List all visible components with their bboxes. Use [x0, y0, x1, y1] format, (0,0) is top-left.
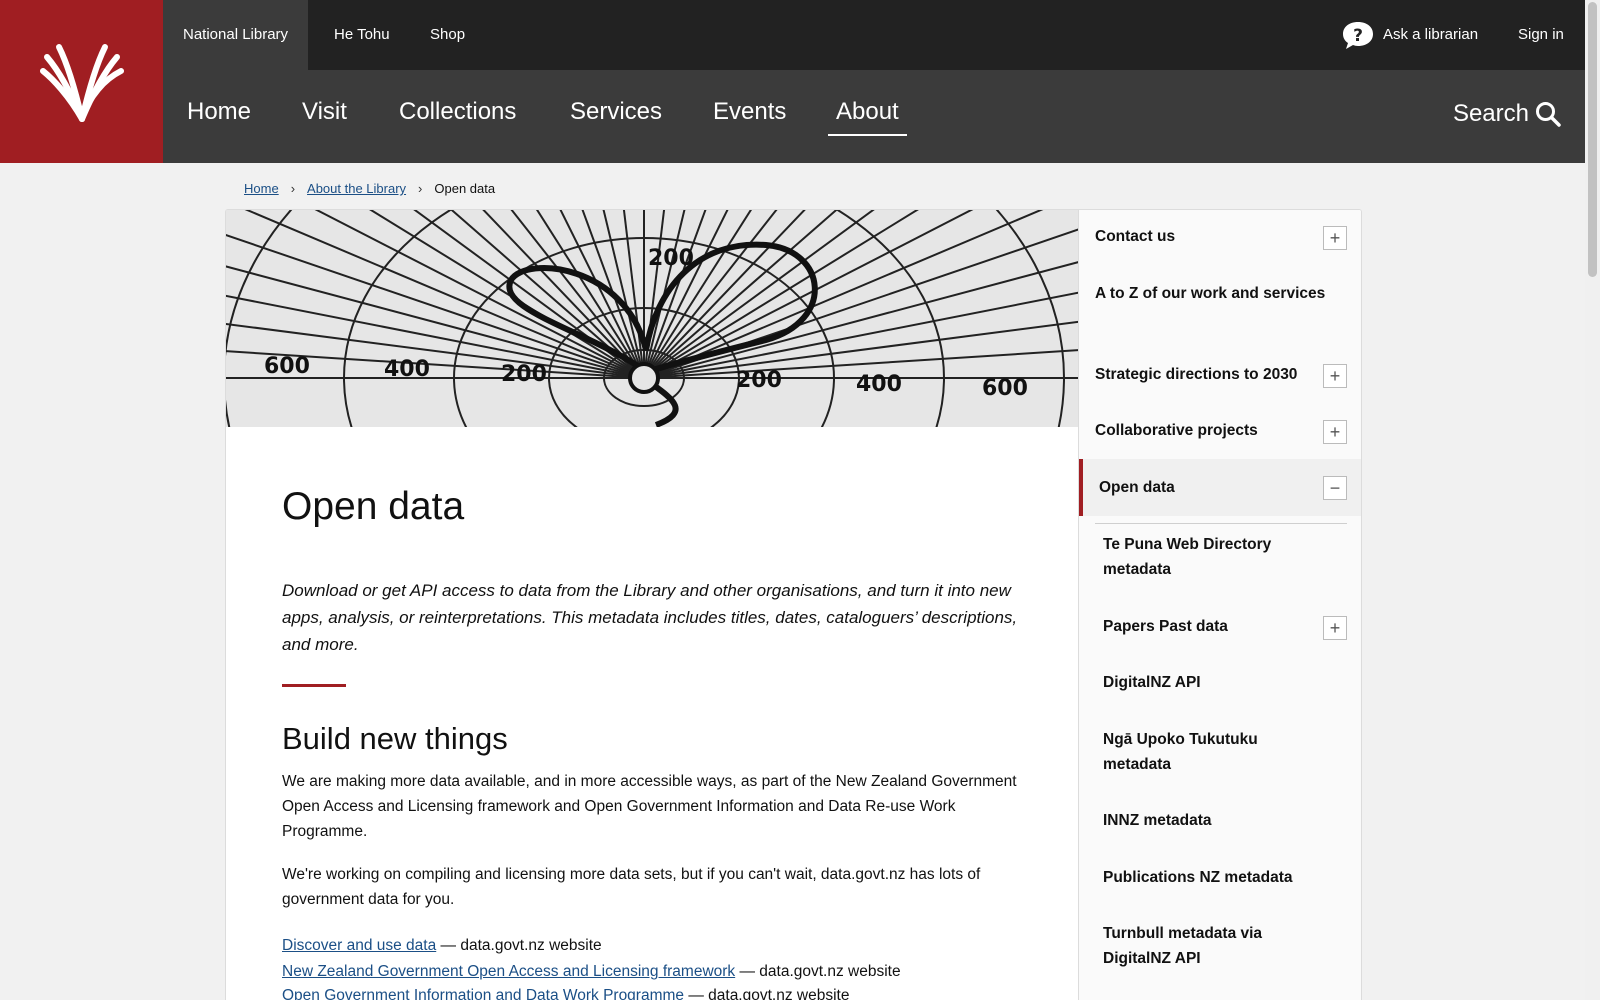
expand-contact-us-toggle[interactable]: +	[1323, 226, 1347, 250]
open-government-programme-link[interactable]: Open Government Information and Data Wor…	[282, 987, 684, 1000]
sign-in-link[interactable]: Sign in	[1518, 0, 1564, 70]
sidebar-item-label: Strategic directions to 2030	[1095, 366, 1298, 383]
polar-diagram-image: 200 600 400 200 200 400 600	[226, 210, 1078, 427]
sidebar-subitem-innz[interactable]: INNZ metadata	[1079, 808, 1361, 833]
util-he-tohu[interactable]: He Tohu	[314, 0, 410, 70]
hero-label: 600	[982, 376, 1028, 401]
plus-icon: +	[1329, 618, 1341, 638]
breadcrumb-current: Open data	[434, 181, 496, 196]
sidebar-item-label: INNZ metadata	[1103, 812, 1212, 829]
link-source: — data.govt.nz website	[735, 963, 901, 980]
resource-link-row: Discover and use data — data.govt.nz web…	[282, 937, 602, 955]
sidebar-subitem-te-puna[interactable]: Te Puna Web Directory metadata	[1079, 532, 1329, 582]
nav-visit[interactable]: Visit	[302, 98, 347, 134]
chevron-right-icon: ›	[418, 181, 423, 196]
hero-label: 600	[264, 354, 310, 379]
sidebar-item-label: Te Puna Web Directory metadata	[1103, 536, 1272, 578]
question-bubble-icon: ?	[1343, 22, 1373, 49]
util-shop[interactable]: Shop	[410, 0, 485, 70]
utility-bar: National Library He Tohu Shop ? Ask a li…	[163, 0, 1585, 70]
resource-link-row: Open Government Information and Data Wor…	[282, 987, 849, 1000]
nav-search-label: Search	[1452, 100, 1529, 127]
sidebar-item-label: Turnbull metadata via DigitalNZ API	[1103, 925, 1263, 967]
sidebar-subitem-papers-past[interactable]: Papers Past data	[1079, 614, 1361, 639]
hero-label: 200	[648, 246, 694, 271]
hero-label: 400	[856, 372, 902, 397]
nav-home[interactable]: Home	[187, 98, 251, 134]
expand-collaborative-projects-toggle[interactable]: +	[1323, 420, 1347, 444]
scrollbar-thumb[interactable]	[1588, 2, 1597, 277]
resource-link-row: New Zealand Government Open Access and L…	[282, 963, 901, 981]
chevron-right-icon: ›	[290, 181, 296, 196]
ask-librarian-link[interactable]: ? Ask a librarian	[1341, 0, 1478, 70]
expand-papers-past-toggle[interactable]: +	[1323, 616, 1347, 640]
main-nav: Home Visit Collections Services Events A…	[163, 70, 1585, 163]
breadcrumb: Home › About the Library › Open data	[244, 181, 495, 196]
content-card: 200 600 400 200 200 400 600 Open data Do…	[225, 209, 1362, 1000]
sidebar-item-strategic-directions[interactable]: Strategic directions to 2030	[1079, 362, 1361, 387]
expand-strategic-directions-toggle[interactable]: +	[1323, 364, 1347, 388]
library-logo-icon	[39, 43, 124, 122]
discover-and-use-data-link[interactable]: Discover and use data	[282, 937, 436, 954]
nav-collections[interactable]: Collections	[399, 98, 516, 134]
hero-label: 200	[736, 368, 782, 393]
sidebar-item-label: DigitalNZ API	[1103, 674, 1201, 691]
collapse-open-data-toggle[interactable]: −	[1323, 476, 1347, 500]
page-title: Open data	[282, 485, 465, 528]
nav-events[interactable]: Events	[713, 98, 786, 134]
hero-label: 200	[501, 362, 547, 387]
body-paragraph: We are making more data available, and i…	[282, 773, 1017, 840]
hero-label: 400	[384, 357, 430, 382]
section-sidebar: Contact us + A to Z of our work and serv…	[1078, 210, 1361, 1000]
nav-search[interactable]: Search	[1453, 100, 1561, 128]
page-scrollbar[interactable]	[1585, 0, 1600, 1000]
sidebar-item-collaborative-projects[interactable]: Collaborative projects	[1079, 418, 1361, 443]
sidebar-subitem-digitalnz-api[interactable]: DigitalNZ API	[1079, 670, 1361, 695]
lead-paragraph: Download or get API access to data from …	[282, 581, 1018, 654]
active-item-divider	[1095, 523, 1347, 524]
breadcrumb-about-the-library[interactable]: About the Library	[307, 181, 406, 196]
sidebar-item-a-to-z[interactable]: A to Z of our work and services	[1079, 281, 1329, 306]
sidebar-item-label: Ngā Upoko Tukutuku metadata	[1103, 731, 1258, 773]
link-source: — data.govt.nz website	[436, 937, 602, 954]
svg-text:?: ?	[1353, 26, 1363, 46]
sidebar-subitem-publications-nz[interactable]: Publications NZ metadata	[1079, 865, 1361, 890]
breadcrumb-home[interactable]: Home	[244, 181, 279, 196]
hero-image: 200 600 400 200 200 400 600	[226, 210, 1078, 427]
plus-icon: +	[1329, 366, 1341, 386]
sidebar-item-label: Collaborative projects	[1095, 422, 1258, 439]
section-divider	[282, 684, 346, 687]
sidebar-subitem-turnbull[interactable]: Turnbull metadata via DigitalNZ API	[1079, 921, 1319, 971]
section-heading: Build new things	[282, 721, 508, 756]
body-paragraph: We're working on compiling and licensing…	[282, 866, 981, 908]
sidebar-item-label: A to Z of our work and services	[1095, 285, 1326, 302]
ask-librarian-label: Ask a librarian	[1383, 26, 1479, 43]
sidebar-item-label: Papers Past data	[1103, 618, 1228, 635]
sidebar-item-open-data[interactable]: Open data	[1079, 459, 1361, 516]
util-national-library[interactable]: National Library	[163, 0, 309, 70]
plus-icon: +	[1329, 228, 1341, 248]
minus-icon: −	[1329, 478, 1341, 498]
sidebar-item-contact-us[interactable]: Contact us	[1079, 224, 1361, 249]
sidebar-item-label: Open data	[1099, 479, 1175, 496]
nav-about[interactable]: About	[828, 98, 907, 136]
link-source: — data.govt.nz website	[684, 987, 850, 1000]
sidebar-item-label: Contact us	[1095, 228, 1176, 245]
sidebar-subitem-nga-upoko[interactable]: Ngā Upoko Tukutuku metadata	[1079, 727, 1319, 777]
nav-services[interactable]: Services	[570, 98, 662, 134]
open-access-licensing-link[interactable]: New Zealand Government Open Access and L…	[282, 963, 735, 980]
national-library-logo[interactable]	[0, 0, 163, 163]
sidebar-item-label: Publications NZ metadata	[1103, 869, 1293, 886]
search-icon	[1536, 102, 1561, 127]
plus-icon: +	[1329, 422, 1341, 442]
